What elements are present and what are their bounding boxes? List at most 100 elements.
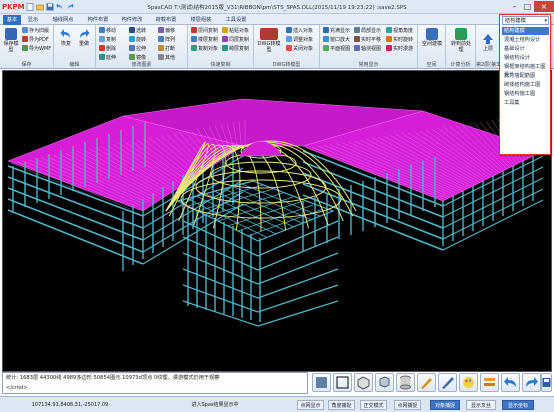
realtime-pan-button[interactable]: 实时平移 — [354, 36, 381, 44]
cross-layer-copy-button[interactable]: 跨层复制 — [222, 45, 249, 53]
tab-axis-grid[interactable]: 轴线网点 — [47, 15, 79, 25]
save-model-button[interactable]: 保存模型 — [2, 28, 20, 53]
model-viewport[interactable] — [2, 70, 552, 372]
close-button[interactable]: × — [534, 1, 554, 12]
move-button[interactable]: 移动 — [99, 27, 116, 35]
group-label-save: 保存 — [21, 62, 32, 68]
tab-tool-settings[interactable]: 工具设置 — [221, 15, 251, 25]
module-option[interactable]: 钢结构设计 — [502, 54, 549, 62]
pan-icon — [354, 36, 360, 42]
central-beam — [257, 268, 339, 299]
box-icon[interactable] — [333, 373, 352, 392]
module-select[interactable]: 结构建模 ▾ — [502, 16, 549, 25]
delete-button[interactable]: 删除 — [99, 45, 116, 53]
floor-copy-button[interactable]: 楼层复制 — [191, 36, 218, 44]
realtime-walk-button[interactable]: 实时漫游 — [386, 45, 413, 53]
arrow-up-icon — [483, 34, 493, 44]
maximize-button[interactable]: □ — [521, 1, 534, 12]
adjust-object-button[interactable]: 调整对象 — [286, 36, 313, 44]
minimize-button[interactable]: – — [508, 1, 521, 12]
view-angle-button[interactable]: 视角角度 — [386, 27, 413, 35]
redo-icon[interactable] — [522, 373, 541, 392]
central-beam — [182, 300, 259, 327]
command-output-line: 统计: 1683层 44300线 4989多边形 50854图元 10973d顶… — [6, 375, 220, 381]
array-button[interactable]: 阵列 — [158, 36, 175, 44]
module-option[interactable]: 基础设计 — [502, 45, 549, 53]
wmf-icon — [22, 45, 28, 51]
grid-display-toggle[interactable]: 点网显示 — [297, 400, 324, 410]
module-option[interactable]: 砌体结构施工图 — [502, 81, 549, 89]
module-option[interactable]: 钢框架结构施工图设计 — [502, 63, 549, 78]
copy-button[interactable]: 复制 — [99, 36, 116, 44]
module-option[interactable]: 剪力墙配筋图 — [502, 72, 549, 80]
palette-icon[interactable] — [459, 373, 478, 392]
3d-icon[interactable] — [375, 373, 394, 392]
pen-icon[interactable] — [438, 373, 457, 392]
status-prompt: 进入Spas结果显示中 — [191, 402, 239, 408]
layer-copy-button[interactable]: 层间复制 — [191, 27, 218, 35]
command-output-panel[interactable]: 统计: 1683层 44300线 4989多边形 50854图元 10973d顶… — [2, 372, 308, 394]
save-icon[interactable] — [541, 373, 552, 392]
group-analysis: 转到前处理 计算分析 — [446, 25, 476, 69]
export-wmf-button[interactable]: 导为WMF — [22, 45, 51, 53]
undo-button[interactable]: 恢复 — [57, 28, 75, 47]
stretch-button[interactable]: 拉伸 — [129, 45, 146, 53]
redo-button[interactable]: 重做 — [75, 28, 93, 47]
select-button[interactable]: 选转 — [129, 27, 146, 35]
module-option[interactable]: 工具集 — [502, 99, 549, 107]
tab-floor-assembly[interactable]: 楼层组装 — [186, 15, 216, 25]
partial-display-button[interactable]: 局部显示 — [354, 27, 381, 35]
plan-view-button[interactable]: 平面视图 — [323, 45, 350, 53]
brush-icon[interactable] — [417, 373, 436, 392]
fill-display-button[interactable]: 充满显示 — [323, 27, 350, 35]
module-option[interactable]: 钢结构施工图 — [502, 90, 549, 98]
axonometric-view-button[interactable]: 轴测视图 — [354, 45, 381, 53]
module-option[interactable]: 混凝土结构设计 — [502, 36, 549, 44]
paste-object-button[interactable]: 粘贴对象 — [222, 27, 249, 35]
preprocess-icon — [455, 28, 467, 40]
tab-display[interactable]: 显示 — [24, 15, 42, 25]
command-input-line[interactable]: </cmd> — [6, 385, 28, 392]
offset-button[interactable]: 偏移 — [158, 27, 175, 35]
cube-icon[interactable] — [354, 373, 373, 392]
layer-icon[interactable] — [480, 373, 499, 392]
window-zoom-button[interactable]: 窗口放大 — [323, 36, 350, 44]
dwg-to-model-button[interactable]: DWG转模型 — [256, 28, 282, 53]
array-icon — [158, 36, 164, 42]
fill-icon[interactable] — [312, 373, 331, 392]
tab-member-edit[interactable]: 构件修改 — [117, 15, 147, 25]
show-coordinates-toggle[interactable]: 显示坐标 — [502, 400, 534, 410]
tab-member-layout[interactable]: 构件布置 — [83, 15, 113, 25]
insert-icon — [286, 27, 292, 33]
same-layer-icon — [222, 36, 228, 42]
group-common-display: 充满显示 窗口放大 平面视图 局部显示 实时平移 轴测视图 视角角度 实时旋转 … — [320, 25, 418, 69]
insert-object-button[interactable]: 插入对象 — [286, 27, 313, 35]
upper-floor-button[interactable]: 上层 — [478, 33, 498, 52]
paste-icon — [222, 27, 228, 33]
offset-icon — [158, 27, 164, 33]
group-space: 空间建模 空间 — [418, 25, 446, 69]
realtime-rotate-button[interactable]: 实时旋转 — [386, 36, 413, 44]
go-preprocess-button[interactable]: 转到前处理 — [449, 28, 473, 53]
save-as-old-button[interactable]: 存为旧版 — [22, 27, 49, 35]
same-layer-copy-button[interactable]: 同层复制 — [222, 36, 249, 44]
module-option[interactable]: 结构建模 — [502, 27, 549, 35]
tab-load-layout[interactable]: 荷载布置 — [151, 15, 181, 25]
central-beam — [257, 220, 339, 257]
module-dropdown[interactable]: 结构建模 ▾ 结构建模 混凝土结构设计 基础设计 钢结构设计 钢框架结构施工图设… — [499, 14, 551, 155]
rotate-button[interactable]: 旋转 — [129, 36, 146, 44]
tab-basic[interactable]: 基本 — [3, 15, 21, 25]
fill-display-icon — [323, 27, 329, 33]
copy-object-button[interactable]: 复制对象 — [191, 45, 218, 53]
break-button[interactable]: 打断 — [158, 45, 175, 53]
cylinder-icon[interactable] — [396, 373, 415, 392]
space-modeling-button[interactable]: 空间建模 — [421, 28, 443, 47]
angle-snap-toggle[interactable]: 角度捕捉 — [328, 400, 355, 410]
export-pdf-button[interactable]: 导为PDF — [22, 36, 49, 44]
ortho-mode-toggle[interactable]: 正交模式 — [360, 400, 387, 410]
close-object-button[interactable]: 关闭对象 — [286, 45, 313, 53]
object-snap-toggle[interactable]: 对象捕捉 — [430, 400, 460, 410]
grid-snap-toggle[interactable]: 点网捕捉 — [394, 400, 421, 410]
undo-icon[interactable] — [501, 373, 520, 392]
show-crosshair-toggle[interactable]: 显示叉丝 — [466, 400, 496, 410]
